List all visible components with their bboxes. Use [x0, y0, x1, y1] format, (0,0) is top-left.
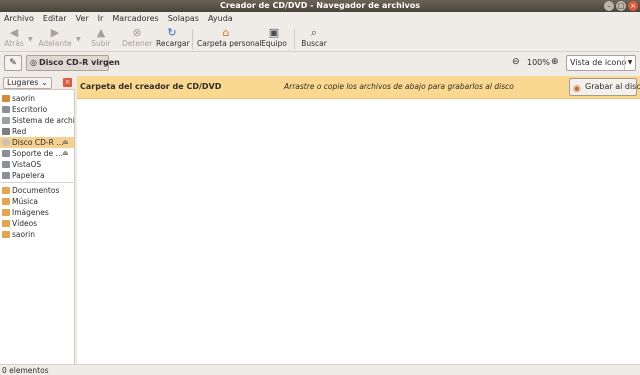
menu-ir[interactable]: Ir — [98, 12, 104, 25]
window-title: Creador de CD/DVD - Navegador de archivo… — [219, 1, 421, 10]
home-folder-icon — [2, 95, 10, 102]
burn-to-disc-button[interactable]: ◉ Grabar al disco — [569, 78, 640, 96]
up-arrow-icon: ▲ — [96, 26, 106, 39]
side-pane: Lugares ⌄ × saorin Escritorio Sistema de… — [0, 76, 75, 364]
cd-creator-banner: Carpeta del creador de CD/DVD Arrastre o… — [77, 76, 640, 99]
maximize-button[interactable]: □ — [616, 1, 626, 11]
sidebar-item-papelera[interactable]: Papelera — [0, 170, 74, 181]
sidebar-item-videos[interactable]: Vídeos — [0, 218, 74, 229]
search-button[interactable]: ⌕ Buscar — [301, 26, 327, 49]
sidebar-item-documentos[interactable]: Documentos — [0, 185, 74, 196]
desktop-icon — [2, 106, 10, 113]
folder-icon — [2, 220, 10, 227]
edit-icon: ✎ — [9, 58, 17, 68]
sidebar-item-cd-r[interactable]: Disco CD-R … ⏏ — [0, 137, 74, 148]
drive-icon — [2, 150, 10, 157]
toolbar: ◀ Atrás ▼ ▶ Adelante ▼ ▲ Subir ⊗ Detener… — [0, 25, 640, 52]
banner-title: Carpeta del creador de CD/DVD — [80, 82, 222, 91]
sidebar-item-filesystem[interactable]: Sistema de archi… — [0, 115, 74, 126]
sidebar-item-saorin[interactable]: saorin — [0, 93, 74, 104]
up-button[interactable]: ▲ Subir — [91, 26, 111, 49]
title-bar: Creador de CD/DVD - Navegador de archivo… — [0, 0, 640, 12]
eject-icon[interactable]: ⏏ — [62, 137, 69, 148]
filesystem-icon — [2, 117, 10, 124]
burn-disc-icon: ◉ — [573, 84, 581, 94]
toolbar-separator — [294, 29, 295, 49]
menu-ayuda[interactable]: Ayuda — [208, 12, 233, 25]
menu-archivo[interactable]: Archivo — [4, 12, 34, 25]
toggle-location-entry-button[interactable]: ✎ — [4, 55, 22, 71]
location-bar: ✎ ◎ Disco CD-R virgen ⊖ 100% ⊕ Vista de i… — [0, 52, 640, 74]
network-icon — [2, 128, 10, 135]
home-folder-icon: ⌂ — [222, 26, 230, 39]
path-button-blank-cd[interactable]: ◎ Disco CD-R virgen — [26, 55, 120, 71]
sidebar-item-escritorio[interactable]: Escritorio — [0, 104, 74, 115]
sidebar-item-soporte[interactable]: Soporte de … ⏏ — [0, 148, 74, 159]
file-view[interactable]: Carpeta del creador de CD/DVD Arrastre o… — [77, 76, 640, 364]
close-window-button[interactable]: × — [628, 1, 638, 11]
computer-button[interactable]: ▣ Equipo — [260, 26, 288, 49]
sidebar-item-musica[interactable]: Música — [0, 196, 74, 207]
menu-ver[interactable]: Ver — [76, 12, 89, 25]
status-bar: 0 elementos — [0, 364, 640, 375]
sidebar-divider — [0, 182, 74, 183]
forward-history-dropdown-icon[interactable]: ▼ — [76, 36, 81, 43]
side-pane-header: Lugares ⌄ × — [0, 76, 75, 90]
forward-button[interactable]: ▶ Adelante — [38, 26, 72, 49]
home-folder-button[interactable]: ⌂ Carpeta personal — [197, 26, 262, 49]
folder-icon — [2, 231, 10, 238]
forward-arrow-icon: ▶ — [50, 26, 60, 39]
menu-bar: Archivo Editar Ver Ir Marcadores Solapas… — [0, 12, 640, 25]
stop-icon: ⊗ — [132, 26, 142, 39]
cd-icon: ◎ — [30, 58, 37, 67]
sidebar-item-imagenes[interactable]: Imágenes — [0, 207, 74, 218]
computer-icon: ▣ — [268, 26, 280, 39]
close-side-pane-icon[interactable]: × — [63, 78, 72, 87]
menu-editar[interactable]: Editar — [43, 12, 67, 25]
search-icon: ⌕ — [310, 26, 318, 39]
sidebar-item-red[interactable]: Red — [0, 126, 74, 137]
stop-button[interactable]: ⊗ Detener — [122, 26, 152, 49]
trash-icon — [2, 172, 10, 179]
back-history-dropdown-icon[interactable]: ▼ — [28, 36, 33, 43]
banner-hint: Arrastre o copie los archivos de abajo p… — [284, 82, 514, 91]
zoom-in-icon[interactable]: ⊕ — [551, 57, 559, 67]
sidebar-item-saorin-bookmark[interactable]: saorin — [0, 229, 74, 240]
item-count: 0 elementos — [2, 366, 49, 375]
menu-marcadores[interactable]: Marcadores — [112, 12, 158, 25]
folder-icon — [2, 198, 10, 205]
sidebar-item-vistaos[interactable]: VistaOS — [0, 159, 74, 170]
menu-solapas[interactable]: Solapas — [168, 12, 199, 25]
eject-icon[interactable]: ⏏ — [62, 148, 69, 159]
view-mode-select[interactable]: Vista de icono ▼ — [566, 55, 636, 71]
drive-icon — [2, 161, 10, 168]
folder-icon — [2, 187, 10, 194]
zoom-out-icon[interactable]: ⊖ — [512, 57, 520, 67]
reload-icon: ↻ — [167, 26, 177, 39]
back-button[interactable]: ◀ Atrás — [3, 26, 25, 49]
zoom-level[interactable]: 100% — [527, 58, 550, 67]
chevron-down-icon: ▼ — [624, 56, 635, 70]
reload-button[interactable]: ↻ Recargar — [156, 26, 190, 49]
minimize-button[interactable]: – — [604, 1, 614, 11]
folder-icon — [2, 209, 10, 216]
cd-icon — [2, 139, 10, 146]
back-arrow-icon: ◀ — [9, 26, 19, 39]
toolbar-separator — [192, 29, 193, 49]
side-pane-type-select[interactable]: Lugares ⌄ — [3, 77, 52, 89]
